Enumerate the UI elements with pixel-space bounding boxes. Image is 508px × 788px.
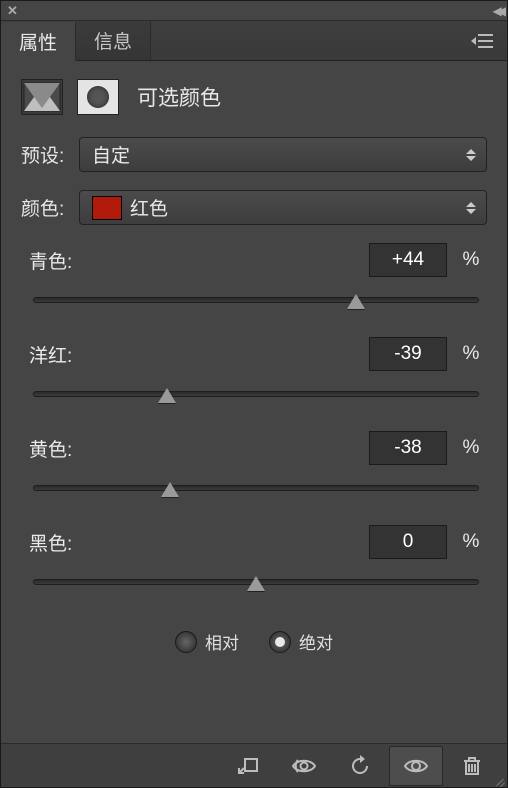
- tab-properties[interactable]: 属性: [1, 22, 76, 61]
- percent-sign: %: [459, 343, 483, 365]
- colors-label: 颜色:: [21, 194, 79, 221]
- dropdown-caret-icon: [466, 202, 476, 214]
- magenta-label: 洋红:: [29, 341, 72, 368]
- panel-titlebar: ✕ ◀◀: [1, 1, 507, 21]
- black-slider[interactable]: [29, 573, 483, 595]
- percent-sign: %: [459, 531, 483, 553]
- cyan-block: 青色: +44 %: [29, 243, 483, 313]
- adjustment-header: 可选颜色: [1, 61, 507, 129]
- yellow-value[interactable]: -38: [369, 431, 447, 465]
- preset-select[interactable]: 自定: [79, 137, 487, 172]
- preset-value: 自定: [92, 141, 130, 168]
- view-previous-icon[interactable]: [277, 746, 331, 786]
- magenta-slider[interactable]: [29, 385, 483, 407]
- magenta-value[interactable]: -39: [369, 337, 447, 371]
- color-swatch: [92, 196, 122, 220]
- dropdown-caret-icon: [466, 149, 476, 161]
- magenta-block: 洋红: -39 %: [29, 337, 483, 407]
- resize-grip-icon[interactable]: [491, 771, 505, 785]
- close-icon[interactable]: ✕: [7, 3, 18, 19]
- radio-icon: [175, 631, 197, 653]
- preset-row: 预设: 自定: [21, 137, 487, 172]
- cyan-slider[interactable]: [29, 291, 483, 313]
- black-block: 黑色: 0 %: [29, 525, 483, 595]
- selective-color-icon: [21, 79, 63, 115]
- reset-icon[interactable]: [333, 746, 387, 786]
- cyan-value[interactable]: +44: [369, 243, 447, 277]
- clip-to-layer-icon[interactable]: [221, 746, 275, 786]
- panel-footer: [1, 743, 507, 787]
- black-label: 黑色:: [29, 529, 72, 556]
- relative-label: 相对: [205, 629, 239, 654]
- adjustment-title: 可选颜色: [137, 82, 221, 112]
- colors-value: 红色: [130, 194, 168, 221]
- yellow-slider[interactable]: [29, 479, 483, 501]
- slider-thumb[interactable]: [347, 294, 365, 309]
- colors-row: 颜色: 红色: [21, 190, 487, 225]
- properties-panel: ✕ ◀◀ 属性 信息 可选颜色 预设: 自定 颜色: 红色: [0, 0, 508, 788]
- radio-icon: [269, 631, 291, 653]
- cyan-label: 青色:: [29, 247, 72, 274]
- absolute-label: 绝对: [299, 629, 333, 654]
- layer-mask-icon[interactable]: [77, 79, 119, 115]
- percent-sign: %: [459, 437, 483, 459]
- yellow-label: 黄色:: [29, 435, 72, 462]
- tab-bar: 属性 信息: [1, 21, 507, 61]
- slider-thumb[interactable]: [158, 388, 176, 403]
- colors-select[interactable]: 红色: [79, 190, 487, 225]
- method-relative[interactable]: 相对: [175, 629, 239, 654]
- slider-thumb[interactable]: [161, 482, 179, 497]
- slider-thumb[interactable]: [247, 576, 265, 591]
- panel-body: 预设: 自定 颜色: 红色 青色: +44 %: [1, 129, 507, 743]
- percent-sign: %: [459, 249, 483, 271]
- black-value[interactable]: 0: [369, 525, 447, 559]
- toggle-visibility-icon[interactable]: [389, 746, 443, 786]
- panel-menu-icon[interactable]: [465, 21, 499, 60]
- tab-info[interactable]: 信息: [76, 21, 151, 60]
- method-absolute[interactable]: 绝对: [269, 629, 333, 654]
- collapse-icon[interactable]: ◀◀: [493, 4, 501, 18]
- preset-label: 预设:: [21, 141, 79, 168]
- method-row: 相对 绝对: [21, 629, 487, 654]
- yellow-block: 黄色: -38 %: [29, 431, 483, 501]
